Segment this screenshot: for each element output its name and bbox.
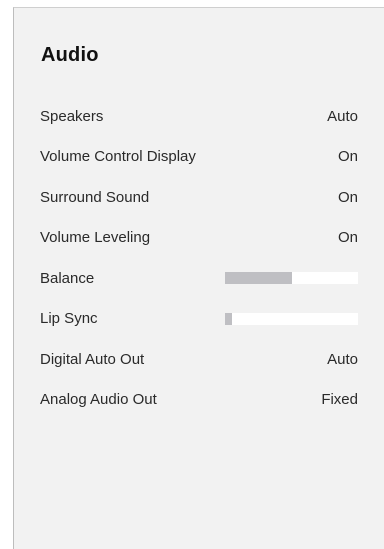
- setting-value: Auto: [327, 350, 358, 368]
- setting-value: Auto: [327, 107, 358, 125]
- setting-lip-sync[interactable]: Lip Sync: [40, 299, 358, 340]
- setting-digital-auto-out[interactable]: Digital Auto Out Auto: [40, 339, 358, 380]
- panel-title: Audio: [41, 44, 99, 66]
- setting-label: Analog Audio Out: [40, 391, 157, 409]
- setting-label: Volume Leveling: [40, 229, 151, 247]
- setting-label: Balance: [40, 269, 95, 287]
- balance-slider-fill: [225, 272, 292, 285]
- setting-value: On: [337, 229, 358, 247]
- setting-value: Fixed: [321, 391, 358, 409]
- setting-label: Volume Control Display: [40, 148, 196, 166]
- audio-settings-list: Speakers Auto Volume Control Display On …: [40, 96, 358, 420]
- lip-sync-slider-fill: [225, 312, 232, 325]
- setting-speakers[interactable]: Speakers Auto: [40, 96, 358, 137]
- setting-balance[interactable]: Balance: [40, 258, 358, 299]
- setting-analog-audio-out[interactable]: Analog Audio Out Fixed: [40, 380, 358, 421]
- setting-label: Digital Auto Out: [40, 350, 145, 368]
- setting-value: On: [337, 188, 358, 206]
- setting-value: On: [337, 148, 358, 166]
- setting-label: Speakers: [40, 107, 104, 125]
- setting-label: Lip Sync: [40, 310, 98, 328]
- audio-settings-panel: Audio Speakers Auto Volume Control Displ…: [13, 7, 384, 549]
- setting-surround-sound[interactable]: Surround Sound On: [40, 177, 358, 218]
- setting-label: Surround Sound: [40, 188, 150, 206]
- setting-volume-leveling[interactable]: Volume Leveling On: [40, 218, 358, 259]
- balance-slider[interactable]: [225, 272, 358, 285]
- lip-sync-slider[interactable]: [225, 312, 358, 325]
- setting-volume-control-display[interactable]: Volume Control Display On: [40, 137, 358, 178]
